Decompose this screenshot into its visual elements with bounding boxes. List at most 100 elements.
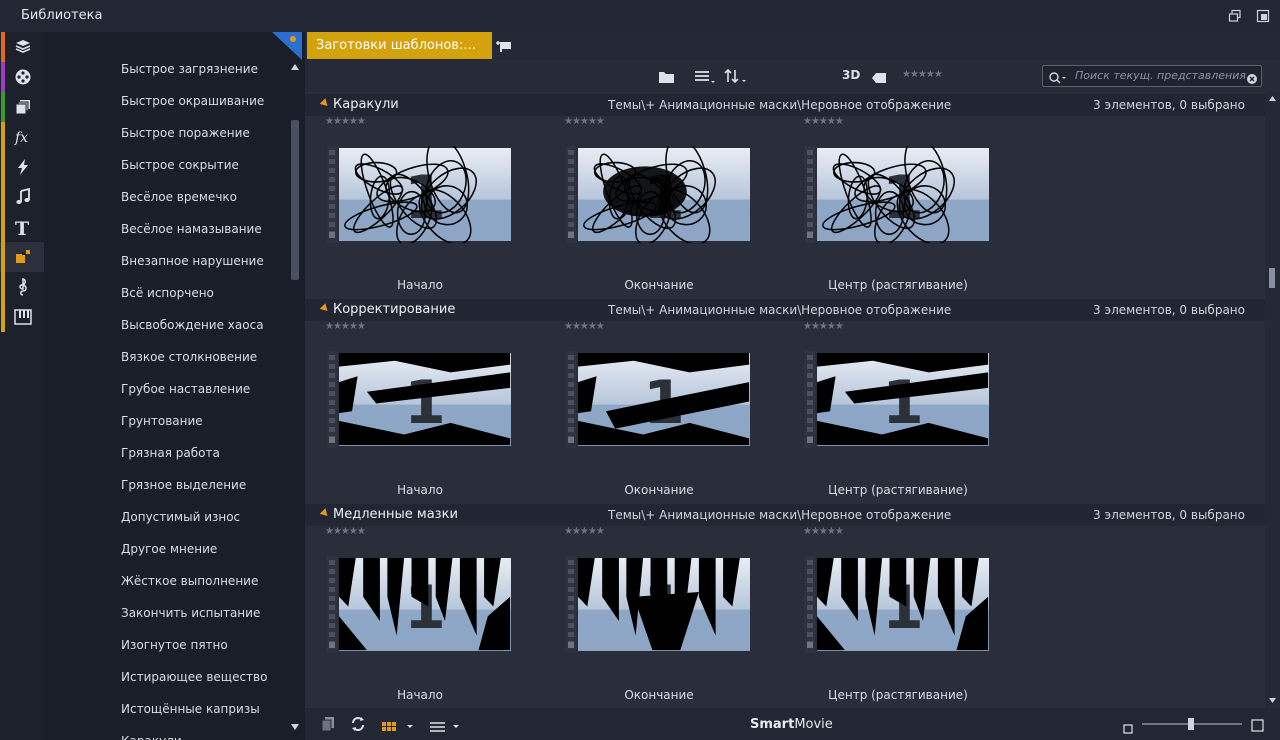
rail-item-scorefitter[interactable]	[0, 272, 44, 302]
tree-item[interactable]: Изогнутое пятно	[121, 638, 228, 652]
rail-item-effects[interactable]: fx	[0, 122, 44, 152]
tree-item[interactable]: Жёсткое выполнение	[121, 574, 258, 588]
music-note-icon	[16, 188, 30, 204]
template-thumbnail[interactable]: 1	[805, 556, 991, 653]
template-card[interactable]: ★★★★★ 1 Центр (растягивание)	[783, 526, 989, 706]
rating-stars[interactable]: ★★★★★	[325, 321, 366, 332]
copy-icon[interactable]	[320, 716, 336, 736]
tree-item[interactable]: Закончить испытание	[121, 606, 260, 620]
tree-scrollbar-thumb[interactable]	[291, 120, 299, 280]
template-card[interactable]: ★★★★★ 1 Центр (растягивание)	[783, 116, 989, 296]
folder-icon[interactable]	[658, 69, 675, 88]
rating-stars[interactable]: ★★★★★	[803, 526, 844, 537]
tree-item[interactable]: Высвобождение хаоса	[121, 318, 264, 332]
tree-item[interactable]: Всё испорчено	[121, 286, 214, 300]
sync-icon[interactable]	[350, 716, 366, 736]
grid-view-icon[interactable]	[382, 718, 416, 737]
template-thumbnail[interactable]: 1	[805, 136, 991, 246]
tree-item[interactable]: Другое мнение	[121, 542, 217, 556]
tag-icon[interactable]	[871, 69, 887, 88]
tree-item[interactable]: Истощённые капризы	[121, 702, 260, 716]
group-header[interactable]: Корректирование Темы\+ Анимационные маск…	[305, 299, 1265, 321]
group-name: Медленные мазки	[333, 507, 458, 522]
content-scrollbar-thumb[interactable]	[1269, 268, 1275, 288]
tree-item[interactable]: Допустимый износ	[121, 510, 240, 524]
tree-item[interactable]: Грязная работа	[121, 446, 220, 460]
template-thumbnail[interactable]: 1	[566, 136, 752, 246]
group-header[interactable]: Медленные мазки Темы\+ Анимационные маск…	[305, 504, 1265, 526]
template-card[interactable]: ★★★★★ 1 Начало	[305, 321, 511, 501]
rail-item-masks[interactable]	[0, 242, 44, 272]
list-view-icon[interactable]	[694, 69, 716, 88]
details-view-icon[interactable]	[429, 718, 461, 737]
template-thumbnail[interactable]: 1	[327, 136, 513, 246]
rail-item-video[interactable]	[0, 62, 44, 92]
tree-item[interactable]: Весёлое времечко	[121, 190, 237, 204]
rail-item-audio[interactable]	[0, 182, 44, 212]
collapse-triangle-icon[interactable]	[319, 303, 331, 314]
collapse-triangle-icon[interactable]	[319, 98, 331, 109]
tree-item[interactable]: Быстрое поражение	[121, 126, 250, 140]
tree-item[interactable]: Грязное выделение	[121, 478, 246, 492]
detach-window-icon[interactable]	[1228, 8, 1242, 22]
view-3d-button[interactable]: 3D	[842, 68, 860, 82]
template-card[interactable]: ★★★★★ 1 Начало	[305, 526, 511, 706]
rating-stars[interactable]: ★★★★★	[325, 116, 366, 127]
collapse-triangle-icon[interactable]	[319, 508, 331, 519]
rating-stars[interactable]: ★★★★★	[564, 321, 605, 332]
tree-item[interactable]: Быстрое окрашивание	[121, 94, 264, 108]
template-label: Начало	[397, 483, 443, 497]
tree-item[interactable]: Быстрое загрязнение	[121, 62, 258, 76]
tree-item[interactable]: Вязкое столкновение	[121, 350, 257, 364]
template-thumbnail[interactable]: 1	[327, 351, 513, 448]
rating-stars[interactable]: ★★★★★	[564, 526, 605, 537]
template-thumbnail[interactable]: 1	[566, 556, 752, 653]
large-thumbnails-icon[interactable]	[1251, 717, 1264, 736]
template-card[interactable]: ★★★★★ 1 Центр (растягивание)	[783, 321, 989, 501]
rating-filter-stars[interactable]: ★★★★★	[902, 69, 943, 80]
thumbnail-size-slider[interactable]	[1142, 718, 1242, 730]
template-card[interactable]: ★★★★★ 1 Начало	[305, 116, 511, 296]
brand-rest: Movie	[794, 717, 833, 732]
template-card[interactable]: ★★★★★ 1 Окончание	[544, 526, 750, 706]
pin-corner-icon[interactable]	[272, 32, 302, 60]
rail-item-projects[interactable]	[0, 32, 44, 62]
rail-item-titles[interactable]: T	[0, 212, 44, 242]
rating-stars[interactable]: ★★★★★	[325, 526, 366, 537]
search-input[interactable]: Поиск текущ. представления	[1042, 65, 1262, 87]
sort-icon[interactable]	[724, 68, 748, 88]
clear-search-icon[interactable]	[1246, 70, 1258, 89]
group-path: Темы\+ Анимационные маски\Неровное отобр…	[608, 508, 952, 522]
template-tree-panel: Быстрое загрязнение Быстрое окрашивание Бы…	[44, 32, 305, 740]
rail-item-transitions[interactable]	[0, 152, 44, 182]
slider-knob[interactable]	[1188, 718, 1194, 730]
rating-stars[interactable]: ★★★★★	[803, 116, 844, 127]
tree-item[interactable]: Истирающее вещество	[121, 670, 267, 684]
tree-item[interactable]: Весёлое намазывание	[121, 222, 262, 236]
rail-color-bar	[1, 62, 5, 92]
template-card[interactable]: ★★★★★ 1 Окончание	[544, 321, 750, 501]
smartmovie-button[interactable]: SmartMovie	[750, 717, 833, 732]
restore-window-icon[interactable]	[1256, 8, 1270, 23]
new-tab-icon[interactable]	[496, 38, 512, 57]
tree-item[interactable]: Грунтование	[121, 414, 203, 428]
tab-templates[interactable]: Заготовки шаблонов:...	[307, 32, 492, 59]
piano-icon	[14, 309, 32, 325]
template-thumbnail[interactable]: 1	[805, 351, 991, 448]
small-thumbnails-icon[interactable]	[1123, 719, 1133, 738]
template-thumbnail[interactable]: 1	[327, 556, 513, 653]
rail-item-sound-effects[interactable]	[0, 302, 44, 332]
fx-icon: fx	[14, 130, 28, 146]
rating-stars[interactable]: ★★★★★	[564, 116, 605, 127]
template-thumbnail[interactable]: 1	[566, 351, 752, 448]
tree-item[interactable]: Каракули	[121, 734, 182, 740]
tree-item[interactable]: Внезапное нарушение	[121, 254, 264, 268]
group-header[interactable]: Каракули Темы\+ Анимационные маски\Неров…	[305, 94, 1265, 116]
rating-stars[interactable]: ★★★★★	[803, 321, 844, 332]
template-card[interactable]: ★★★★★ 1 Окончание	[544, 116, 750, 296]
rail-item-collections[interactable]	[0, 92, 44, 122]
content-scrollbar[interactable]	[1265, 92, 1280, 708]
svg-text:T: T	[15, 218, 29, 238]
tree-item[interactable]: Быстрое сокрытие	[121, 158, 239, 172]
tree-item[interactable]: Грубое наставление	[121, 382, 250, 396]
